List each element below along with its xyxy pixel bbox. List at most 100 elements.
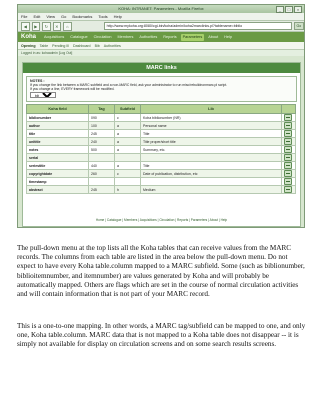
edit-icon[interactable] bbox=[284, 186, 292, 193]
edit-cell bbox=[281, 137, 296, 146]
tab-catalogue[interactable]: Catalogue bbox=[68, 34, 89, 41]
table-row: notes 500 a Summary, etc. bbox=[26, 145, 296, 154]
reload-icon[interactable]: ↻ bbox=[42, 21, 51, 31]
menu-help[interactable]: Help bbox=[114, 14, 122, 19]
lib-cell: Koha biblionumber (NR) bbox=[140, 113, 282, 122]
home-icon[interactable]: ⌂ bbox=[63, 21, 72, 31]
edit-icon[interactable] bbox=[284, 122, 292, 129]
koha-field-cell: author bbox=[26, 121, 89, 130]
body-paragraph: The pull-down menu at the top lists all … bbox=[17, 244, 305, 299]
lib-cell: Title bbox=[140, 129, 282, 138]
subnav-pending-ill[interactable]: Pending Ill bbox=[52, 44, 69, 48]
edit-cell bbox=[281, 145, 296, 154]
tag-cell: 260 bbox=[88, 169, 115, 178]
screenshot: KOHA: INTRANET: Parameters - Mozilla Fir… bbox=[17, 4, 305, 228]
tag-cell bbox=[88, 177, 115, 186]
forward-icon[interactable]: ▶ bbox=[31, 21, 41, 31]
table-row: timestamp bbox=[26, 177, 296, 186]
subfield-cell: a bbox=[114, 161, 141, 170]
koha-table-select[interactable]: biblio bbox=[30, 92, 56, 98]
edit-icon[interactable] bbox=[284, 130, 292, 137]
lib-cell bbox=[140, 153, 282, 162]
subfield-cell bbox=[114, 177, 141, 186]
edit-cell bbox=[281, 185, 296, 194]
edit-cell bbox=[281, 129, 296, 138]
menu-view[interactable]: View bbox=[46, 14, 55, 19]
edit-icon[interactable] bbox=[284, 138, 292, 145]
subfield-cell: a bbox=[114, 145, 141, 154]
koha-field-cell: title bbox=[26, 129, 89, 138]
tab-acquisitions[interactable]: Acquisitions bbox=[42, 34, 66, 41]
back-icon[interactable]: ◀ bbox=[21, 21, 30, 31]
page-title: MARC links bbox=[23, 63, 300, 73]
tab-reports[interactable]: Reports bbox=[161, 34, 178, 41]
tab-authorities[interactable]: Authorities bbox=[137, 34, 159, 41]
table-row: biblionumber 090 c Koha biblionumber (NR… bbox=[26, 113, 296, 122]
edit-icon[interactable] bbox=[284, 162, 292, 169]
footer-links[interactable]: Home | Catalogue | Members | Acquisition… bbox=[23, 218, 300, 222]
subnav-dashboard[interactable]: Dashboard bbox=[73, 44, 91, 48]
column-header: Tag bbox=[88, 104, 115, 114]
subnav-authorities[interactable]: Authorities bbox=[104, 44, 121, 48]
menu-tools[interactable]: Tools bbox=[98, 14, 107, 19]
notes-box: NOTES : If you change the link between a… bbox=[26, 76, 297, 102]
tag-cell: 090 bbox=[88, 113, 115, 122]
subfield-cell: h bbox=[114, 185, 141, 194]
koha-field-cell: unititle bbox=[26, 137, 89, 146]
koha-field-cell: timestamp bbox=[26, 177, 89, 186]
tab-parameters[interactable]: Parameters bbox=[180, 33, 205, 41]
koha-logo[interactable]: Koha bbox=[21, 34, 36, 40]
navigation-toolbar: ◀ ▶ ↻ ✕ ⌂ http://www.mykoha.org:8080/cgi… bbox=[18, 21, 304, 32]
lib-cell: Title bbox=[140, 161, 282, 170]
subfield-cell: c bbox=[114, 169, 141, 178]
menu-file[interactable]: File bbox=[21, 14, 27, 19]
edit-icon[interactable] bbox=[284, 178, 292, 185]
tag-cell: 245 bbox=[88, 129, 115, 138]
column-header: Lib bbox=[140, 104, 282, 114]
close-button[interactable]: × bbox=[294, 6, 302, 13]
edit-cell bbox=[281, 169, 296, 178]
tab-members[interactable]: Members bbox=[116, 34, 136, 41]
subnav-opening[interactable]: Opening bbox=[21, 44, 36, 48]
go-button[interactable]: Go bbox=[293, 22, 304, 30]
tab-circulation[interactable]: Circulation bbox=[92, 34, 114, 41]
tab-help[interactable]: Help bbox=[222, 34, 234, 41]
lib-cell: Personal name bbox=[140, 121, 282, 130]
edit-icon[interactable] bbox=[284, 146, 292, 153]
body-paragraph: This is a one-to-one mapping. In other w… bbox=[17, 322, 306, 349]
menu-edit[interactable]: Edit bbox=[33, 14, 40, 19]
tag-cell: 100 bbox=[88, 121, 115, 130]
edit-cell bbox=[281, 177, 296, 186]
table-row: seriestitle 440 a Title bbox=[26, 161, 296, 170]
table-row: author 100 a Personal name bbox=[26, 121, 296, 130]
tag-cell bbox=[88, 153, 115, 162]
table-row: abstract 245 h Medium bbox=[26, 185, 296, 194]
address-bar[interactable]: http://www.mykoha.org:8080/cgi-bin/koha/… bbox=[103, 22, 292, 30]
window-controls: _ □ × bbox=[276, 6, 302, 13]
minimize-button[interactable]: _ bbox=[276, 6, 284, 13]
stop-icon[interactable]: ✕ bbox=[52, 21, 62, 31]
edit-cell bbox=[281, 113, 296, 122]
edit-icon[interactable] bbox=[284, 170, 292, 177]
lib-cell bbox=[140, 177, 282, 186]
edit-icon[interactable] bbox=[284, 154, 292, 161]
menu-bar: File Edit View Go Bookmarks Tools Help bbox=[18, 13, 304, 21]
koha-field-cell: biblionumber bbox=[26, 113, 89, 122]
koha-sub-nav: Opening Table Pending Ill Dashboard Bib … bbox=[18, 42, 304, 50]
column-header: Subfield bbox=[114, 104, 141, 114]
lib-cell: Date of publication, distribution, etc bbox=[140, 169, 282, 178]
koha-field-cell: serial bbox=[26, 153, 89, 162]
menu-go[interactable]: Go bbox=[61, 14, 66, 19]
edit-icon[interactable] bbox=[284, 114, 292, 121]
subfield-cell bbox=[114, 153, 141, 162]
subnav-table[interactable]: Table bbox=[40, 44, 49, 48]
marc-links-table: Koha field Tag Subfield Lib biblionumber… bbox=[26, 104, 296, 194]
maximize-button[interactable]: □ bbox=[285, 6, 293, 13]
subfield-cell: a bbox=[114, 129, 141, 138]
menu-bookmarks[interactable]: Bookmarks bbox=[72, 14, 92, 19]
tab-about[interactable]: About bbox=[206, 34, 220, 41]
subnav-bib[interactable]: Bib bbox=[95, 44, 100, 48]
window-title-bar: KOHA: INTRANET: Parameters - Mozilla Fir… bbox=[18, 5, 304, 13]
koha-field-cell: notes bbox=[26, 145, 89, 154]
edit-cell bbox=[281, 153, 296, 162]
